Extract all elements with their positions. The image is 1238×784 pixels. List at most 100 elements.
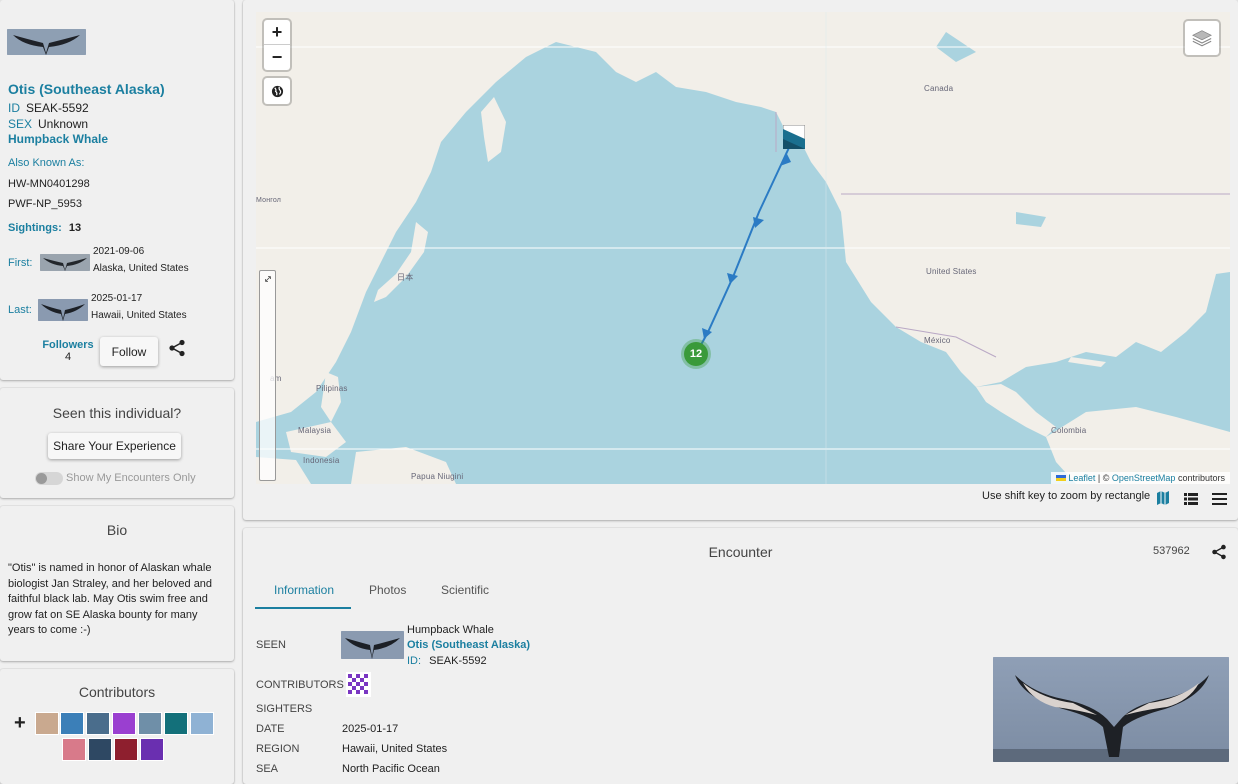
map-label-canada: Canada [924, 84, 954, 93]
share-experience-button[interactable]: Share Your Experience [48, 433, 181, 459]
share-icon[interactable] [168, 339, 186, 357]
contributor-avatar[interactable] [138, 712, 162, 735]
sea-value: North Pacific Ocean [342, 763, 440, 775]
encounter-number: 537962 [1153, 545, 1190, 557]
toggle-label: Show My Encounters Only [66, 472, 196, 484]
toggle-knob [36, 473, 47, 484]
encounters-toggle[interactable] [35, 472, 63, 485]
seen-fluke-image[interactable] [341, 631, 404, 659]
map-view[interactable]: 12 Canada United States México 日本 Pilipi… [256, 12, 1230, 484]
sighting-cluster-marker[interactable]: 12 [684, 342, 708, 366]
sightings-label: Sightings: [8, 222, 62, 234]
followers-block[interactable]: Followers 4 [40, 339, 96, 363]
date-label: DATE [256, 723, 285, 735]
map-label-indonesia: Indonesia [303, 456, 340, 465]
aka-item: HW-MN0401298 [8, 178, 90, 190]
sex-label: SEX [8, 117, 33, 131]
first-location: Alaska, United States [93, 263, 189, 274]
follow-button[interactable]: Follow [100, 337, 158, 366]
add-contributor-icon[interactable]: + [14, 712, 26, 735]
map-label-colombia: Colombia [1051, 426, 1087, 435]
last-location: Hawaii, United States [91, 310, 187, 321]
contributor-avatar[interactable] [35, 712, 59, 735]
seen-id-value: SEAK-5592 [429, 655, 487, 667]
seen-species: Humpback Whale [407, 624, 494, 636]
tab-photos[interactable]: Photos [369, 583, 406, 597]
first-label: First: [8, 257, 33, 269]
encounter-photo[interactable] [993, 657, 1229, 762]
contributor-avatar[interactable] [346, 672, 371, 697]
active-tab-indicator [255, 607, 351, 609]
map-label-malaysia: Malaysia [298, 426, 332, 435]
list-view-icon[interactable] [1184, 492, 1198, 505]
page: Otis (Southeast Alaska) ID SEAK-5592 SEX U… [0, 0, 1238, 784]
zoom-control: + − [264, 20, 290, 70]
ukraine-flag-icon [1056, 475, 1067, 481]
sex-value: Unknown [38, 117, 89, 131]
menu-icon[interactable] [1212, 492, 1227, 505]
zoom-out-button[interactable]: − [264, 45, 290, 70]
id-row: ID SEAK-5592 [8, 101, 89, 115]
last-label: Last: [8, 304, 32, 316]
profile-card: Otis (Southeast Alaska) ID SEAK-5592 SEX U… [0, 0, 234, 380]
track-arrow [702, 328, 712, 339]
map-label-mongolia: Монгол [256, 197, 282, 204]
layers-button[interactable] [1185, 21, 1219, 55]
map-label-usa: United States [926, 267, 977, 276]
map-label-png: Papua Niugini [411, 472, 464, 481]
aka-label: Also Known As: [8, 157, 85, 169]
last-date: 2025-01-17 [91, 293, 143, 304]
contributor-avatar[interactable] [88, 738, 112, 761]
leaflet-link[interactable]: Leaflet [1068, 473, 1095, 483]
sea-label: SEA [256, 763, 279, 775]
sex-row: SEX Unknown [8, 117, 88, 131]
map-label-japan: 日本 [397, 273, 414, 282]
zoom-in-button[interactable]: + [264, 20, 290, 45]
encounter-title: Encounter [708, 544, 773, 560]
zoom-hint: Use shift key to zoom by rectangle [982, 490, 1151, 502]
attribution-text: contributors [1177, 473, 1225, 483]
seen-id-row: ID: SEAK-5592 [407, 655, 487, 667]
tab-information[interactable]: Information [274, 583, 334, 597]
map-label-philippines: Pilipinas [316, 384, 348, 393]
first-sighting-image[interactable] [40, 254, 90, 271]
start-marker-icon[interactable] [782, 124, 806, 150]
seen-id-label: ID: [407, 655, 422, 667]
map-label-mexico: México [924, 336, 951, 345]
date-value: 2025-01-17 [342, 723, 399, 735]
tab-scientific[interactable]: Scientific [441, 583, 489, 597]
bio-title: Bio [106, 522, 128, 538]
sightings-row: Sightings: 13 [8, 222, 81, 234]
contributor-avatar[interactable] [62, 738, 86, 761]
contributors-title: Contributors [78, 684, 156, 700]
species-link[interactable]: Humpback Whale [8, 132, 108, 146]
contributor-avatar[interactable] [86, 712, 110, 735]
world-view-button[interactable] [264, 78, 290, 104]
sighters-label: SIGHTERS [256, 703, 313, 715]
map-view-icon[interactable] [1156, 490, 1170, 506]
migration-track [695, 136, 795, 355]
profile-fluke-image[interactable] [7, 29, 86, 55]
id-label: ID [8, 101, 20, 115]
encounter-share-icon[interactable] [1211, 544, 1227, 560]
aka-item: PWF-NP_5953 [8, 198, 82, 210]
encounter-card: Encounter 537962 Information Photos Scie… [243, 528, 1238, 784]
contributor-avatar[interactable] [190, 712, 214, 735]
followers-count: 4 [64, 351, 72, 363]
contributor-avatar[interactable] [112, 712, 136, 735]
individual-name-link[interactable]: Otis (Southeast Alaska) [8, 81, 165, 97]
osm-link[interactable]: OpenStreetMap [1112, 473, 1176, 483]
seen-individual-card: Seen this individual? Share Your Experie… [0, 388, 234, 498]
seen-individual-link[interactable]: Otis (Southeast Alaska) [407, 639, 530, 651]
rectangle-zoom-bar[interactable] [259, 270, 276, 481]
followers-label: Followers [42, 339, 94, 351]
layers-icon [1192, 30, 1212, 47]
contributor-avatar[interactable] [164, 712, 188, 735]
resize-icon [265, 276, 271, 282]
contributor-avatar[interactable] [114, 738, 138, 761]
seen-label: SEEN [256, 639, 286, 651]
contributor-avatar[interactable] [60, 712, 84, 735]
contributor-avatar[interactable] [140, 738, 164, 761]
seen-title: Seen this individual? [52, 405, 182, 421]
last-sighting-image[interactable] [38, 299, 88, 321]
